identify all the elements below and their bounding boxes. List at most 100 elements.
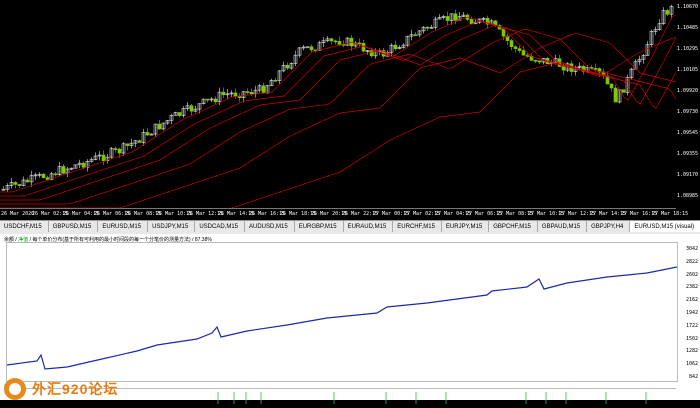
moving-average-line (0, 24, 676, 201)
candle (425, 26, 430, 32)
tab-usdchf-m15[interactable]: USDCHF,M15 (0, 221, 49, 232)
watermark-logo-icon (4, 378, 26, 400)
candle (237, 92, 242, 102)
tab-euraud-m15[interactable]: EURAUD,M15 (344, 221, 394, 232)
tab-eurusd-m15-visual-[interactable]: EURUSD,M15 (visual) (630, 221, 700, 232)
equity-tick-label: 2822 (685, 258, 698, 265)
candle (661, 7, 666, 26)
candle (5, 183, 10, 192)
tab-eurjpy-m15[interactable]: EURJPY,M15 (442, 221, 490, 232)
candle (293, 50, 298, 67)
candle (421, 26, 426, 34)
candle (109, 146, 114, 159)
price-chart[interactable]: 1.10670 1.10485 1.10295 1.10105 1.09920 1.097… (0, 0, 700, 221)
candle (601, 68, 606, 79)
candle (29, 170, 34, 187)
tab-audusd-m15[interactable]: AUDUSD,M15 (245, 221, 295, 232)
candle (517, 45, 522, 53)
candle (325, 36, 330, 43)
price-tick-label: 1.09355 (676, 151, 698, 157)
price-scale[interactable]: 1.10670 1.10485 1.10295 1.10105 1.09920 1.097… (676, 0, 700, 208)
candle (153, 123, 158, 137)
candle (429, 24, 434, 29)
moving-average-line (0, 29, 676, 205)
candle (101, 150, 106, 165)
candle (173, 111, 178, 116)
tab-gbpchf-m15[interactable]: GBPCHF,M15 (489, 221, 538, 232)
candle (441, 14, 446, 20)
candle (93, 152, 98, 161)
candle (245, 88, 250, 95)
candle (141, 128, 146, 146)
candle (189, 104, 194, 116)
candle (41, 172, 46, 179)
candle (445, 11, 450, 25)
candle (401, 43, 406, 49)
candle (409, 29, 414, 41)
tab-usdcad-m15[interactable]: USDCAD,M15 (195, 221, 245, 232)
equity-tick-label: 2382 (685, 284, 698, 291)
candle (309, 44, 314, 53)
candle (665, 8, 670, 17)
tab-eurusd-m15[interactable]: EURUSD,M15 (98, 221, 149, 232)
candle (85, 159, 90, 172)
candle (641, 53, 646, 64)
candle (97, 151, 102, 161)
candle (205, 98, 210, 103)
candle (297, 47, 302, 58)
price-tick-label: 1.10670 (676, 4, 698, 10)
candle (353, 41, 358, 48)
candle (17, 184, 22, 189)
candle (481, 16, 486, 22)
candle (277, 69, 282, 84)
candle (13, 181, 18, 189)
candle (329, 37, 334, 45)
candlestick-chart[interactable] (0, 0, 676, 208)
candle (165, 120, 170, 125)
candle (209, 97, 214, 103)
candle (121, 141, 126, 156)
candle (149, 133, 154, 136)
candle (69, 167, 74, 171)
tab-gbpaud-m15[interactable]: GBPAUD,M15 (538, 221, 588, 232)
equity-tick-label: 1502 (685, 335, 698, 342)
equity-tick-label: 2602 (685, 271, 698, 278)
candle (77, 159, 82, 169)
candle (181, 106, 186, 118)
price-tick-label: 1.09730 (676, 109, 698, 115)
candle (537, 60, 542, 65)
time-tick-label: 27 Mar 18:15 (652, 211, 689, 217)
candle (433, 16, 438, 30)
candle (437, 14, 442, 20)
tab-usdjpy-m15[interactable]: USDJPY,M15 (148, 221, 196, 232)
candle (105, 153, 110, 164)
candle (1, 186, 6, 191)
tab-gbpjpy-h4[interactable]: GBPJPY,H4 (587, 221, 631, 232)
watermark: 外汇920论坛 (4, 378, 118, 400)
equity-line (6, 266, 678, 370)
candle (301, 44, 306, 51)
candle (169, 113, 174, 125)
tab-gbpusd-m15[interactable]: GBPUSD,M15 (49, 221, 99, 232)
candle (621, 89, 626, 93)
moving-average-line (0, 32, 676, 208)
price-tick-label: 1.10105 (676, 67, 698, 73)
tab-eurgbp-m15[interactable]: EURGBP,M15 (295, 221, 344, 232)
price-tick-label: 1.08985 (676, 193, 698, 199)
candle (653, 26, 658, 36)
candle (177, 112, 182, 118)
candle (73, 164, 78, 169)
candle (349, 35, 354, 51)
candle (89, 157, 94, 163)
candle (129, 138, 134, 149)
candle (613, 84, 618, 103)
equity-tick-label: 2162 (685, 297, 698, 304)
candle (289, 62, 294, 70)
candle (261, 82, 266, 94)
candle (281, 61, 286, 73)
candle (321, 37, 326, 47)
tab-eurchf-m15[interactable]: EURCHF,M15 (393, 221, 442, 232)
candle (53, 172, 58, 177)
candle (213, 96, 218, 104)
candle (221, 87, 226, 99)
